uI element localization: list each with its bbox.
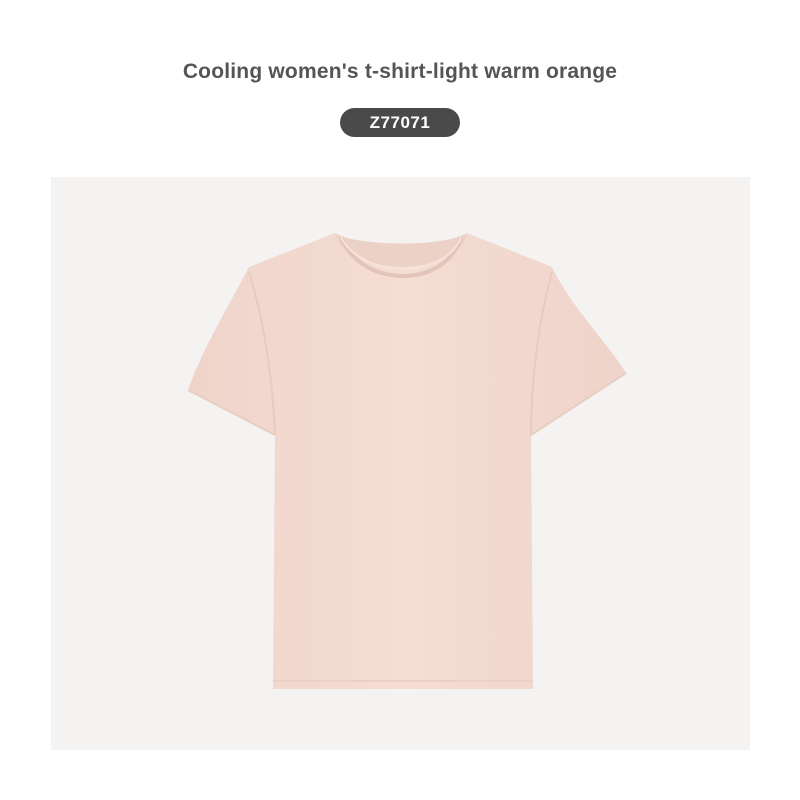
tshirt-body (188, 233, 626, 689)
product-photo (51, 177, 750, 750)
product-code-badge: Z77071 (340, 108, 460, 137)
product-title: Cooling women's t-shirt-light warm orang… (182, 60, 618, 83)
tshirt-illustration (187, 233, 627, 689)
